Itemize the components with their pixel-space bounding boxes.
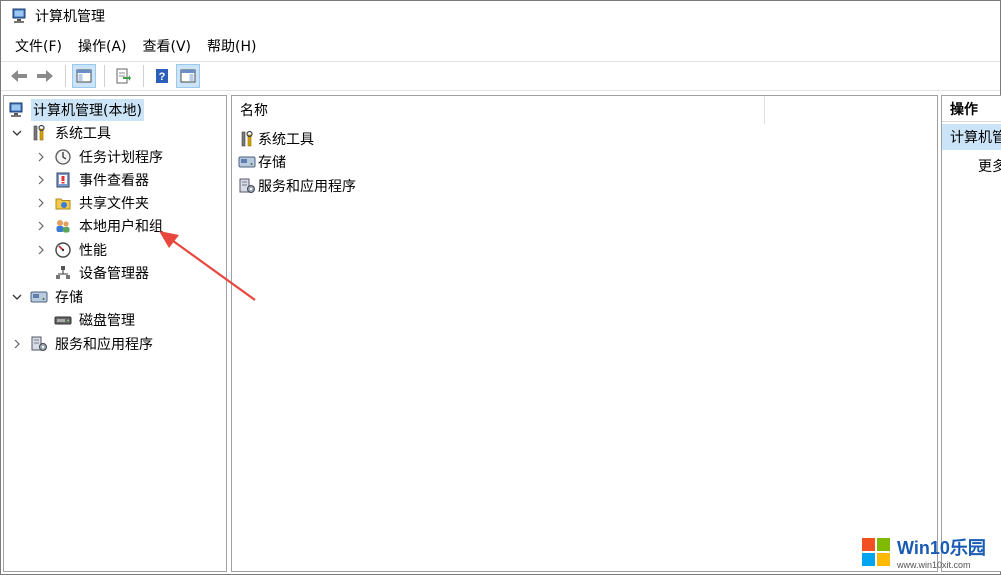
chevron-right-icon[interactable] xyxy=(34,243,48,257)
toolbar-separator xyxy=(65,65,66,87)
menu-bar: 文件(F) 操作(A) 查看(V) 帮助(H) xyxy=(1,34,264,58)
annotation-arrow xyxy=(159,231,256,301)
actions-pane[interactable]: 操作 计算机管 更多 xyxy=(941,95,1001,572)
windows-logo-icon xyxy=(862,538,890,566)
tree-item-system-tools[interactable]: 系统工具 xyxy=(10,122,113,144)
tree-item-storage[interactable]: 存储 xyxy=(10,286,85,308)
chevron-down-icon[interactable] xyxy=(10,126,24,140)
chevron-right-icon[interactable] xyxy=(10,337,24,351)
tree-item-label: 系统工具 xyxy=(55,126,111,142)
tree-item-label: 共享文件夹 xyxy=(79,196,149,212)
column-header-label: 名称 xyxy=(240,103,268,119)
list-item-services-and-applications[interactable]: 服务和应用程序 xyxy=(238,175,356,197)
back-arrow-icon xyxy=(11,70,27,82)
tree-item-label: 服务和应用程序 xyxy=(55,337,153,353)
chevron-right-icon[interactable] xyxy=(34,150,48,164)
menu-action[interactable]: 操作(A) xyxy=(70,34,135,58)
tools-icon xyxy=(30,124,48,142)
computer-management-icon xyxy=(8,101,26,119)
watermark: Win10乐园 www.win10xit.com xyxy=(861,529,1001,575)
svg-text:?: ? xyxy=(159,71,166,83)
chevron-down-icon[interactable] xyxy=(10,290,24,304)
storage-icon xyxy=(30,288,48,306)
watermark-brand: Win10乐园 xyxy=(897,538,986,558)
users-group-icon xyxy=(54,217,72,235)
show-hide-console-tree-button[interactable] xyxy=(72,64,96,88)
computer-management-icon xyxy=(12,8,26,23)
toolbar-separator xyxy=(104,65,105,87)
tree-item-computer-management-local[interactable]: 计算机管理(本地) xyxy=(8,99,144,121)
device-manager-icon xyxy=(54,264,72,282)
list-item-label: 服务和应用程序 xyxy=(258,179,356,195)
console-tree-pane[interactable]: 计算机管理(本地) 系统工具 任务计划程序 事件查看器 共享文件夹 本地用户和组… xyxy=(3,95,227,572)
disk-management-icon xyxy=(54,311,72,329)
toolbar: ? xyxy=(1,61,1000,91)
tree-item-label: 任务计划程序 xyxy=(79,150,163,166)
menu-help[interactable]: 帮助(H) xyxy=(199,34,264,58)
clock-icon xyxy=(54,148,72,166)
tree-item-shared-folders[interactable]: 共享文件夹 xyxy=(34,192,151,214)
list-item-label: 存储 xyxy=(258,155,286,171)
tools-icon xyxy=(238,130,256,148)
services-icon xyxy=(30,335,48,353)
show-hide-action-pane-icon xyxy=(180,69,196,83)
actions-pane-header: 操作 xyxy=(942,96,1001,122)
menu-file[interactable]: 文件(F) xyxy=(7,34,70,58)
event-viewer-icon xyxy=(54,171,72,189)
help-button[interactable]: ? xyxy=(150,64,174,88)
chevron-right-icon[interactable] xyxy=(34,219,48,233)
show-hide-action-pane-button[interactable] xyxy=(176,64,200,88)
tree-item-label: 设备管理器 xyxy=(79,266,149,282)
storage-icon xyxy=(238,153,256,171)
shared-folder-icon xyxy=(54,194,72,212)
details-pane[interactable]: 名称 系统工具 存储 服务和应用程序 xyxy=(231,95,938,572)
tree-item-device-manager[interactable]: 设备管理器 xyxy=(54,262,151,284)
menu-view[interactable]: 查看(V) xyxy=(135,34,200,58)
tree-item-label: 计算机管理(本地) xyxy=(31,99,144,121)
chevron-right-icon[interactable] xyxy=(34,196,48,210)
column-header-name[interactable]: 名称 xyxy=(232,96,765,124)
watermark-url: www.win10xit.com xyxy=(897,560,971,570)
help-icon: ? xyxy=(156,69,168,83)
actions-section-computer-management[interactable]: 计算机管 xyxy=(942,124,1001,150)
tree-item-services-and-applications[interactable]: 服务和应用程序 xyxy=(10,333,155,355)
list-item-label: 系统工具 xyxy=(258,132,314,148)
tree-item-local-users-and-groups[interactable]: 本地用户和组 xyxy=(34,215,165,237)
export-list-icon xyxy=(116,68,131,84)
tree-item-event-viewer[interactable]: 事件查看器 xyxy=(34,169,151,191)
list-item-storage[interactable]: 存储 xyxy=(238,151,286,173)
show-hide-console-tree-icon xyxy=(76,69,92,83)
back-button[interactable] xyxy=(7,64,31,88)
actions-more-link[interactable]: 更多 xyxy=(978,156,1001,176)
tree-item-label: 性能 xyxy=(79,243,107,259)
export-list-button[interactable] xyxy=(111,64,135,88)
toolbar-separator xyxy=(143,65,144,87)
window-title: 计算机管理 xyxy=(35,9,105,25)
list-item-system-tools[interactable]: 系统工具 xyxy=(238,128,314,150)
forward-button[interactable] xyxy=(33,64,57,88)
forward-arrow-icon xyxy=(37,70,53,82)
services-icon xyxy=(238,177,256,195)
tree-item-label: 磁盘管理 xyxy=(79,313,135,329)
tree-item-performance[interactable]: 性能 xyxy=(34,239,109,261)
tree-item-label: 存储 xyxy=(55,290,83,306)
tree-item-task-scheduler[interactable]: 任务计划程序 xyxy=(34,146,165,168)
tree-item-disk-management[interactable]: 磁盘管理 xyxy=(54,309,137,331)
title-bar[interactable]: 计算机管理 xyxy=(1,1,1000,31)
chevron-right-icon[interactable] xyxy=(34,173,48,187)
computer-management-window: 计算机管理 文件(F) 操作(A) 查看(V) 帮助(H) ? 计算机管理(本地… xyxy=(0,0,1001,575)
tree-item-label: 事件查看器 xyxy=(79,173,149,189)
performance-gauge-icon xyxy=(54,241,72,259)
